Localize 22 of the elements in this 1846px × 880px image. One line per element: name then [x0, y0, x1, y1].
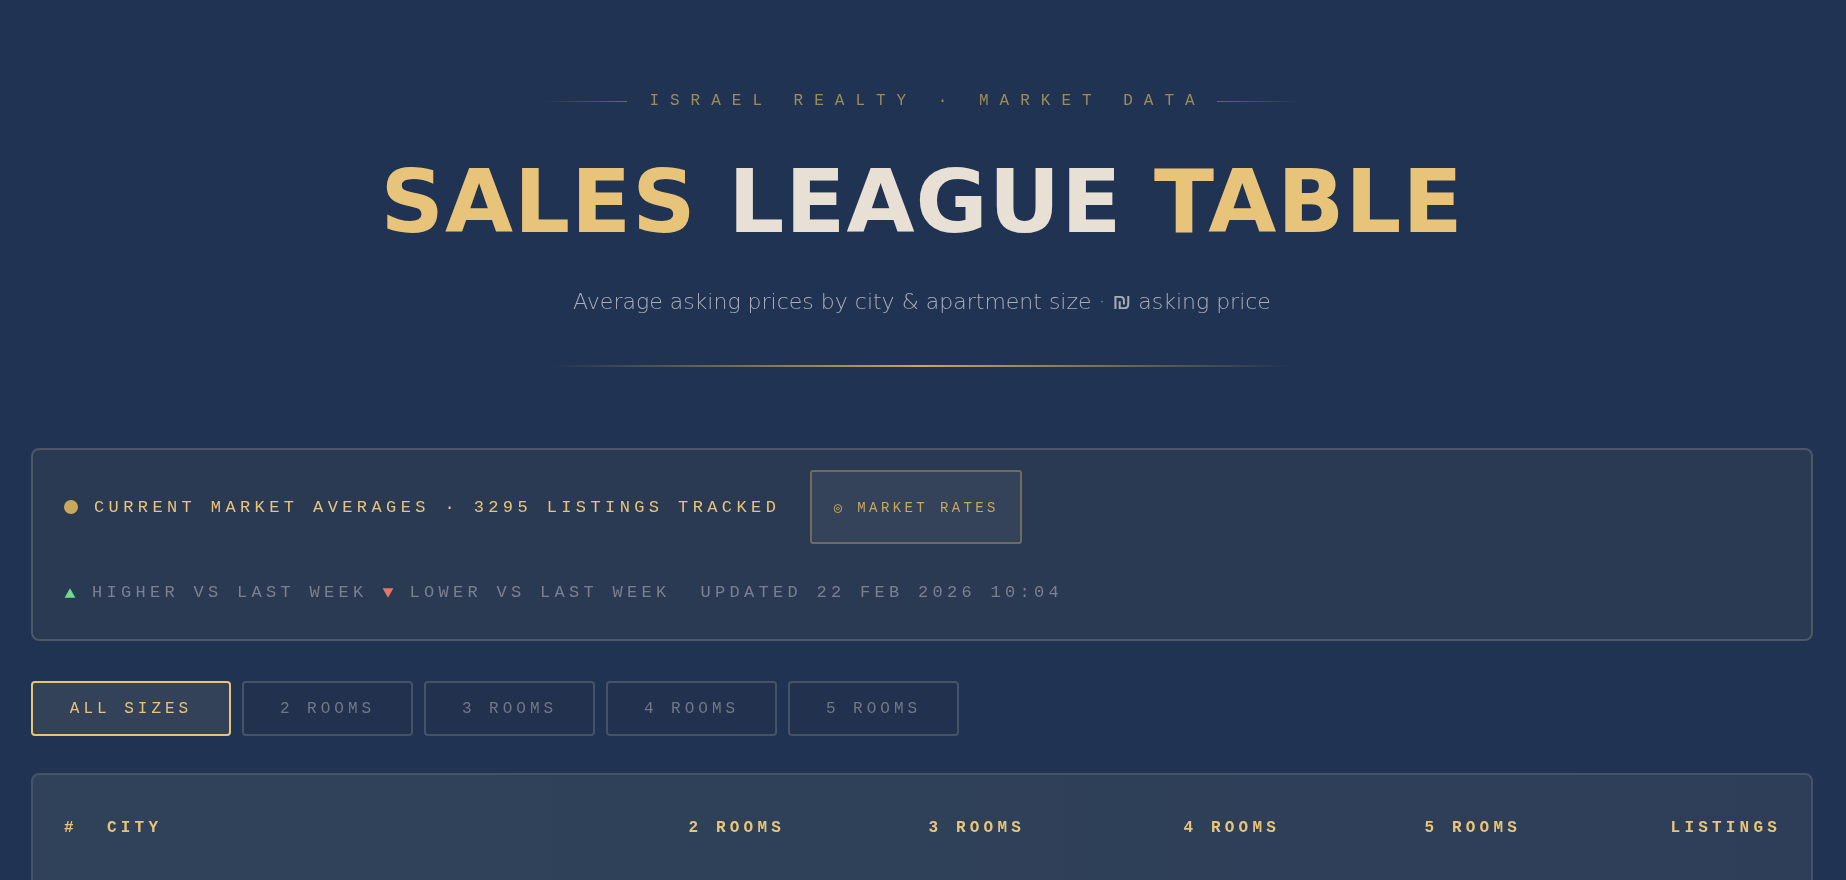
size-tab[interactable]: 2 ROOMS — [242, 681, 413, 736]
legend-label: HIGHER VS LAST WEEK — [92, 583, 368, 602]
down-triangle-icon — [381, 586, 394, 599]
status-text: CURRENT MARKET AVERAGES · 3295 LISTINGS TRACKED — [94, 497, 781, 517]
subtitle-text: Average asking prices by city & apartment size · ₪ asking price — [573, 289, 1271, 315]
market-rates-button[interactable]: ◎ MARKET RATES — [810, 470, 1023, 544]
column-header: CITY — [107, 819, 164, 837]
eyebrow-text: ISRAEL REALTY · MARKET DATA — [649, 92, 1206, 110]
size-tab[interactable]: 3 ROOMS — [424, 681, 595, 736]
legend-label: LOWER VS LAST WEEK — [409, 583, 671, 602]
column-header: 3 ROOMS — [927, 819, 1025, 837]
size-tab[interactable]: ALL SIZES — [31, 681, 231, 736]
up-triangle-icon — [64, 586, 76, 599]
size-tab[interactable]: 4 ROOMS — [606, 681, 777, 736]
column-header: 2 ROOMS — [687, 819, 785, 837]
size-tab[interactable]: 5 ROOMS — [788, 681, 959, 736]
updated-text: UPDATED 22 FEB 2026 10:04 — [700, 583, 1064, 602]
page-title: SALES LEAGUE TABLE — [380, 158, 1464, 246]
column-header: 5 ROOMS — [1423, 819, 1521, 837]
column-header: # — [64, 819, 79, 837]
column-header: 4 ROOMS — [1182, 819, 1280, 837]
column-header: LISTINGS — [1669, 819, 1781, 837]
